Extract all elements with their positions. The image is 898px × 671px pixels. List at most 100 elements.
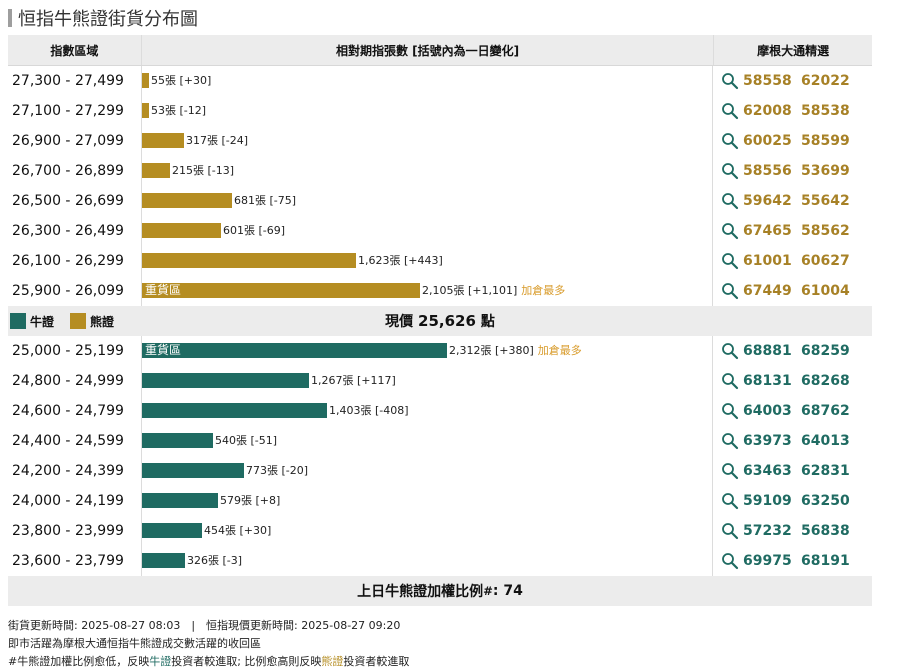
warrant-code-link[interactable]: 58556 <box>743 163 801 179</box>
warrant-code-link[interactable]: 68762 <box>801 403 859 419</box>
warrant-code-link[interactable]: 58538 <box>801 103 859 119</box>
bar-cell: 601張 [-69] <box>141 216 713 246</box>
warrant-code-link[interactable]: 68191 <box>801 553 859 569</box>
search-icon[interactable] <box>721 342 739 360</box>
search-icon[interactable] <box>721 162 739 180</box>
warrant-code-link[interactable]: 57232 <box>743 523 801 539</box>
bar-cell: 454張 [+30] <box>141 516 713 546</box>
table-row: 25,900 - 26,099 重貨區 2,105張 [+1,101] 加倉最多 674… <box>8 276 872 306</box>
note-ratio-a: #牛熊證加權比例愈低，反映 <box>8 655 150 668</box>
warrant-code-link[interactable]: 56838 <box>801 523 859 539</box>
warrant-code-link[interactable]: 60627 <box>801 253 859 269</box>
search-icon[interactable] <box>721 492 739 510</box>
warrant-code-link[interactable]: 63250 <box>801 493 859 509</box>
bear-bar <box>142 103 149 118</box>
search-icon[interactable] <box>721 72 739 90</box>
warrant-code-link[interactable]: 53699 <box>801 163 859 179</box>
warrant-code-link[interactable]: 59109 <box>743 493 801 509</box>
bar-value-label: 1,267張 [+117] <box>311 373 396 388</box>
warrant-code-link[interactable]: 58558 <box>743 73 801 89</box>
table-row: 25,000 - 25,199 重貨區 2,312張 [+380] 加倉最多 68881… <box>8 336 872 366</box>
bar-value-label: 2,105張 [+1,101] 加倉最多 <box>422 283 565 298</box>
bar-value-label: 55張 [+30] <box>151 73 211 88</box>
table-row: 26,700 - 26,899 215張 [-13] 58556 53699 <box>8 156 872 186</box>
bull-bar <box>142 433 213 448</box>
warrant-code-link[interactable]: 63463 <box>743 463 801 479</box>
range-label: 26,500 - 26,699 <box>12 193 124 209</box>
picks-cell: 67465 58562 <box>713 216 871 246</box>
warrant-code-link[interactable]: 55642 <box>801 193 859 209</box>
search-icon[interactable] <box>721 462 739 480</box>
bar-cell: 579張 [+8] <box>141 486 713 516</box>
search-icon[interactable] <box>721 372 739 390</box>
note-update-times: 街貨更新時間: 2025-08-27 08:03 | 恒指現價更新時間: 202… <box>8 619 401 632</box>
search-icon[interactable] <box>721 552 739 570</box>
bar-cell: 55張 [+30] <box>141 66 713 96</box>
bar-value-text: 1,267張 [+117] <box>311 374 396 387</box>
warrant-code-link[interactable]: 67449 <box>743 283 801 299</box>
warrant-code-link[interactable]: 59642 <box>743 193 801 209</box>
current-price: 現價 25,626 點 <box>8 311 872 331</box>
warrant-code-link[interactable]: 63973 <box>743 433 801 449</box>
range-label: 23,600 - 23,799 <box>12 553 124 569</box>
table-row: 27,300 - 27,499 55張 [+30] 58558 62022 <box>8 66 872 96</box>
picks-cell: 58558 62022 <box>713 66 871 96</box>
title-marker <box>8 9 12 27</box>
table-row: 23,800 - 23,999 454張 [+30] 57232 56838 <box>8 516 872 546</box>
warrant-code-link[interactable]: 58562 <box>801 223 859 239</box>
bear-bar <box>142 223 221 238</box>
search-icon[interactable] <box>721 282 739 300</box>
warrant-code-link[interactable]: 68131 <box>743 373 801 389</box>
page-title: 恒指牛熊證街貨分布圖 <box>8 6 198 30</box>
picks-cell: 63463 62831 <box>713 456 871 486</box>
warrant-code-link[interactable]: 64013 <box>801 433 859 449</box>
header-range: 指數區域 <box>50 43 99 58</box>
bear-bar <box>142 73 149 88</box>
search-icon[interactable] <box>721 192 739 210</box>
bull-bar <box>142 463 244 478</box>
bar-value-label: 317張 [-24] <box>186 133 248 148</box>
search-icon[interactable] <box>721 102 739 120</box>
warrant-code-link[interactable]: 68268 <box>801 373 859 389</box>
warrant-code-link[interactable]: 62022 <box>801 73 859 89</box>
warrant-code-link[interactable]: 69975 <box>743 553 801 569</box>
search-icon[interactable] <box>721 222 739 240</box>
picks-cell: 58556 53699 <box>713 156 871 186</box>
table-row: 27,100 - 27,299 53張 [-12] 62008 58538 <box>8 96 872 126</box>
search-icon[interactable] <box>721 252 739 270</box>
search-icon[interactable] <box>721 132 739 150</box>
heavy-zone-label: 重貨區 <box>145 343 182 357</box>
warrant-code-link[interactable]: 61001 <box>743 253 801 269</box>
warrant-code-link[interactable]: 60025 <box>743 133 801 149</box>
range-label: 24,400 - 24,599 <box>12 433 124 449</box>
distribution-table: 指數區域 相對期指張數 [括號內為一日變化] 摩根大通精選 27,300 - 2… <box>8 35 872 576</box>
bar-value-text: 681張 [-75] <box>234 194 297 207</box>
range-label: 25,000 - 25,199 <box>12 343 124 359</box>
search-icon[interactable] <box>721 432 739 450</box>
warrant-code-link[interactable]: 67465 <box>743 223 801 239</box>
warrant-code-link[interactable]: 58599 <box>801 133 859 149</box>
bar-value-text: 326張 [-3] <box>187 554 243 567</box>
warrant-code-link[interactable]: 68259 <box>801 343 859 359</box>
table-row: 26,500 - 26,699 681張 [-75] 59642 55642 <box>8 186 872 216</box>
table-row: 26,900 - 27,099 317張 [-24] 60025 58599 <box>8 126 872 156</box>
bar-value-text: 601張 [-69] <box>223 224 286 237</box>
range-label: 25,900 - 26,099 <box>12 283 124 299</box>
warrant-code-link[interactable]: 64003 <box>743 403 801 419</box>
search-icon[interactable] <box>721 522 739 540</box>
warrant-code-link[interactable]: 62008 <box>743 103 801 119</box>
bar-cell: 540張 [-51] <box>141 426 713 456</box>
bar-value-text: 2,312張 [+380] <box>449 344 534 357</box>
bar-value-label: 2,312張 [+380] 加倉最多 <box>449 343 582 358</box>
note-ratio-bear: 熊證 <box>321 655 344 668</box>
search-icon[interactable] <box>721 402 739 420</box>
table-row: 24,200 - 24,399 773張 [-20] 63463 62831 <box>8 456 872 486</box>
warrant-code-link[interactable]: 62831 <box>801 463 859 479</box>
picks-cell: 69975 68191 <box>713 546 871 576</box>
picks-cell: 61001 60627 <box>713 246 871 276</box>
warrant-code-link[interactable]: 68881 <box>743 343 801 359</box>
warrant-code-link[interactable]: 61004 <box>801 283 859 299</box>
header-bars: 相對期指張數 [括號內為一日變化] <box>140 35 715 65</box>
bar-value-label: 540張 [-51] <box>215 433 277 448</box>
range-label: 24,800 - 24,999 <box>12 373 124 389</box>
